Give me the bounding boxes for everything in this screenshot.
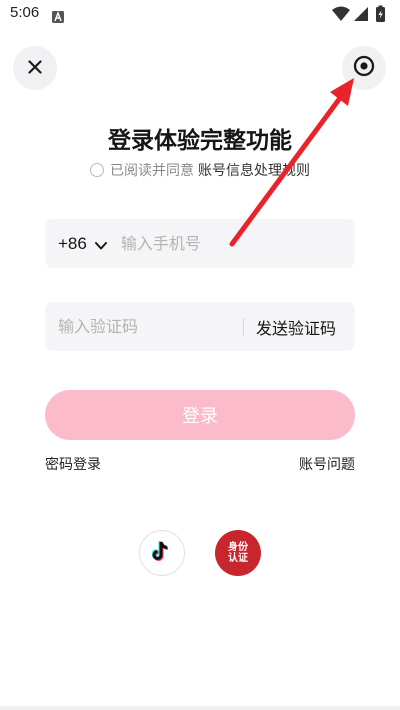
agreement-row: 已阅读并同意 账号信息处理规则: [0, 160, 400, 180]
account-issue-link[interactable]: 账号问题: [299, 454, 355, 474]
id-auth-label: 身份认证: [228, 542, 248, 564]
chevron-down-icon[interactable]: [94, 235, 107, 254]
status-time: 5:06: [10, 4, 40, 21]
douyin-icon: [151, 540, 172, 566]
status-icons: [332, 5, 392, 27]
agreement-text: 已阅读并同意: [110, 163, 194, 179]
nav-bar: [0, 706, 400, 710]
send-code-button[interactable]: 发送验证码: [256, 315, 336, 339]
phone-input[interactable]: [120, 234, 291, 253]
country-code[interactable]: +86: [58, 234, 87, 254]
close-icon: [28, 59, 42, 78]
signal-icon: [354, 7, 368, 21]
agreement-radio[interactable]: [90, 163, 104, 177]
id-auth-button[interactable]: 身份认证: [215, 530, 261, 576]
agreement-link[interactable]: 账号信息处理规则: [198, 160, 310, 180]
settings-button[interactable]: [342, 46, 386, 90]
phone-field: +86: [45, 219, 355, 268]
page-title: 登录体验完整功能: [108, 128, 292, 154]
code-field: 发送验证码: [45, 302, 355, 351]
password-login-link[interactable]: 密码登录: [45, 454, 101, 474]
login-button[interactable]: 登录: [45, 390, 355, 440]
wifi-icon: [332, 6, 350, 21]
douyin-login-button[interactable]: [139, 530, 185, 576]
annotation-arrow: [229, 78, 354, 247]
field-divider: [243, 317, 244, 336]
status-bar: 5:06: [0, 0, 400, 28]
target-settings-icon: [353, 55, 375, 81]
a-box-icon: [52, 8, 64, 27]
battery-charging-icon: [376, 5, 385, 22]
code-input[interactable]: [58, 317, 228, 336]
close-button[interactable]: [13, 46, 57, 90]
